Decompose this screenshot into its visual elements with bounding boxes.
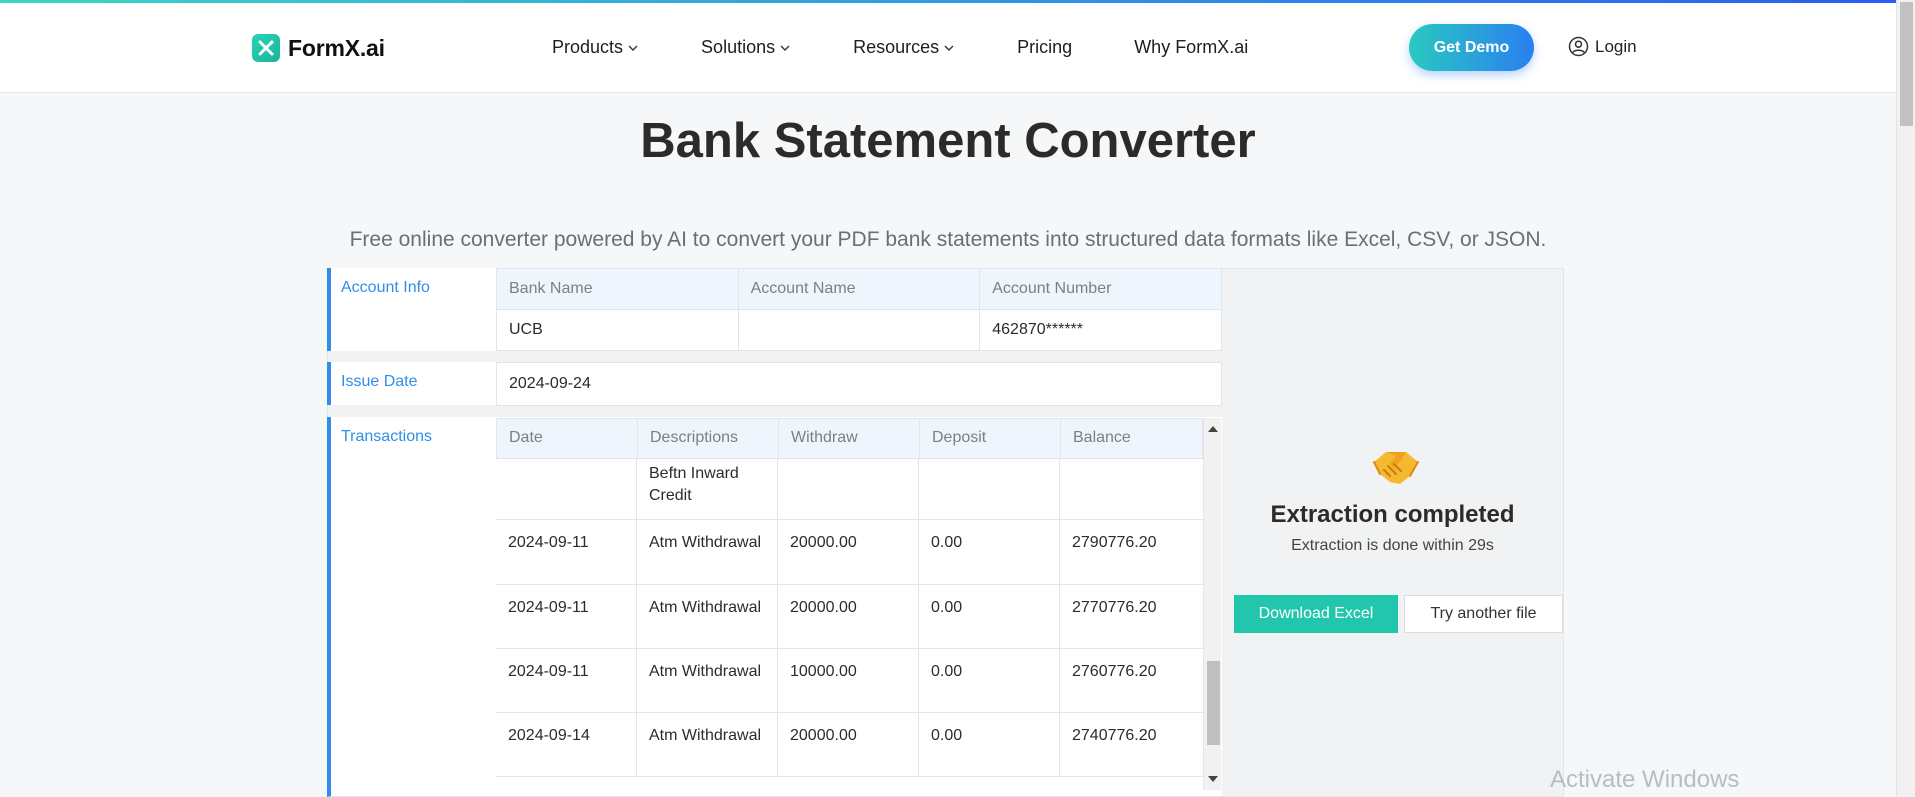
cell-date: 2024-09-14 bbox=[496, 713, 637, 776]
transactions-label: Transactions bbox=[341, 428, 432, 445]
account-info-table: Bank Name Account Name Account Number UC… bbox=[496, 268, 1222, 351]
account-name-value bbox=[737, 309, 981, 351]
issue-date-label: Issue Date bbox=[341, 373, 418, 390]
result-panel: Extraction completed Extraction is done … bbox=[1222, 269, 1563, 797]
cell-withdraw: 20000.00 bbox=[778, 585, 919, 648]
nav-why-formx[interactable]: Why FormX.ai bbox=[1134, 37, 1248, 58]
issue-date-value: 2024-09-24 bbox=[496, 362, 1222, 406]
scroll-down-arrow-icon[interactable] bbox=[1208, 776, 1218, 782]
col-descriptions-header: Descriptions bbox=[638, 419, 779, 458]
page-subtitle: Free online converter powered by AI to c… bbox=[349, 228, 1547, 251]
cell-deposit bbox=[919, 459, 1060, 519]
brand-logo[interactable]: FormX.ai bbox=[252, 34, 385, 62]
scroll-up-arrow-icon[interactable] bbox=[1208, 426, 1218, 432]
nav-solutions-label: Solutions bbox=[701, 37, 776, 57]
main-nav: Products Solutions Resources Pricing Why… bbox=[552, 37, 1248, 58]
account-info-label: Account Info bbox=[341, 279, 430, 296]
nav-resources-label: Resources bbox=[853, 37, 940, 57]
table-row: Beftn Inward Credit bbox=[496, 459, 1203, 520]
col-balance-header: Balance bbox=[1073, 429, 1131, 446]
cell-balance bbox=[1060, 459, 1201, 519]
cell-withdraw bbox=[778, 459, 919, 519]
formx-logo-icon bbox=[252, 34, 280, 62]
cell-description: Atm Withdrawal bbox=[637, 520, 778, 584]
bank-name-header: Bank Name bbox=[496, 268, 739, 310]
issue-date-table: 2024-09-24 bbox=[496, 362, 1222, 406]
issue-date-section: Issue Date 2024-09-24 bbox=[327, 362, 1222, 406]
cell-balance: 2740776.20 bbox=[1072, 727, 1157, 744]
login-link[interactable]: Login bbox=[1568, 36, 1637, 57]
cell-description: Beftn Inward Credit bbox=[637, 459, 778, 519]
cell-withdraw: 10000.00 bbox=[778, 649, 919, 712]
login-label: Login bbox=[1595, 36, 1637, 56]
handshake-icon bbox=[1373, 452, 1419, 484]
page-scrollbar[interactable] bbox=[1896, 0, 1915, 797]
cell-date: 2024-09-11 bbox=[496, 649, 637, 712]
cell-date: 2024-09-11 bbox=[496, 585, 637, 648]
table-row: 2024-09-11 Atm Withdrawal 20000.00 0.00 … bbox=[496, 585, 1203, 649]
navbar: FormX.ai Products Solutions Resources Pr… bbox=[0, 3, 1896, 93]
cell-description: Atm Withdrawal bbox=[637, 649, 778, 712]
nav-products-label: Products bbox=[552, 37, 624, 57]
nav-resources[interactable]: Resources bbox=[853, 37, 955, 58]
cell-withdraw: 20000.00 bbox=[778, 713, 919, 776]
os-activation-watermark: Activate Windows bbox=[1550, 766, 1740, 793]
account-name-header: Account Name bbox=[737, 268, 981, 310]
cell-description: Atm Withdrawal bbox=[637, 585, 778, 648]
chevron-down-icon bbox=[944, 45, 954, 51]
transactions-scrollbar-thumb[interactable] bbox=[1207, 661, 1220, 745]
nav-pricing-label: Pricing bbox=[1017, 37, 1073, 57]
cell-date bbox=[496, 459, 637, 519]
user-icon bbox=[1568, 36, 1589, 57]
cell-balance: 2770776.20 bbox=[1072, 599, 1157, 616]
cell-balance: 2790776.20 bbox=[1072, 534, 1157, 551]
cell-withdraw: 20000.00 bbox=[778, 520, 919, 584]
col-withdraw-header: Withdraw bbox=[779, 419, 920, 458]
table-row: 2024-09-11 Atm Withdrawal 10000.00 0.00 … bbox=[496, 649, 1203, 713]
nav-why-formx-label: Why FormX.ai bbox=[1134, 37, 1249, 57]
cell-date: 2024-09-11 bbox=[496, 520, 637, 584]
transactions-table-body[interactable]: Beftn Inward Credit 2024-09-11 Atm Withd… bbox=[496, 459, 1203, 790]
extraction-status-subtitle: Extraction is done within 29s bbox=[1291, 537, 1494, 554]
col-deposit-header: Deposit bbox=[920, 419, 1061, 458]
cell-deposit: 0.00 bbox=[919, 649, 1060, 712]
account-info-section: Account Info Bank Name Account Name Acco… bbox=[327, 268, 1222, 351]
chevron-down-icon bbox=[780, 45, 790, 51]
try-another-file-button[interactable]: Try another file bbox=[1404, 595, 1563, 633]
bank-name-value: UCB bbox=[496, 309, 739, 351]
account-number-header: Account Number bbox=[979, 268, 1222, 310]
page-scrollbar-thumb[interactable] bbox=[1900, 2, 1913, 126]
cell-balance: 2760776.20 bbox=[1072, 663, 1157, 680]
cell-description: Atm Withdrawal bbox=[637, 713, 778, 776]
table-row: 2024-09-11 Atm Withdrawal 20000.00 0.00 … bbox=[496, 520, 1203, 585]
get-demo-button[interactable]: Get Demo bbox=[1409, 24, 1534, 71]
nav-products[interactable]: Products bbox=[552, 37, 639, 58]
page-title: Bank Statement Converter bbox=[640, 114, 1256, 168]
extraction-status-title: Extraction completed bbox=[1270, 501, 1515, 528]
download-excel-button[interactable]: Download Excel bbox=[1234, 595, 1398, 633]
nav-solutions[interactable]: Solutions bbox=[701, 37, 791, 58]
account-number-value: 462870****** bbox=[979, 309, 1222, 351]
cell-deposit: 0.00 bbox=[919, 585, 1060, 648]
transactions-scrollbar[interactable] bbox=[1203, 418, 1221, 790]
transactions-table-header: Date Descriptions Withdraw Deposit Balan… bbox=[496, 418, 1203, 459]
col-date-header: Date bbox=[497, 419, 638, 458]
cell-deposit: 0.00 bbox=[919, 713, 1060, 776]
nav-pricing[interactable]: Pricing bbox=[1017, 37, 1072, 58]
brand-name: FormX.ai bbox=[288, 34, 385, 61]
cell-deposit: 0.00 bbox=[919, 520, 1060, 584]
chevron-down-icon bbox=[628, 45, 638, 51]
table-row: 2024-09-14 Atm Withdrawal 20000.00 0.00 … bbox=[496, 713, 1203, 777]
